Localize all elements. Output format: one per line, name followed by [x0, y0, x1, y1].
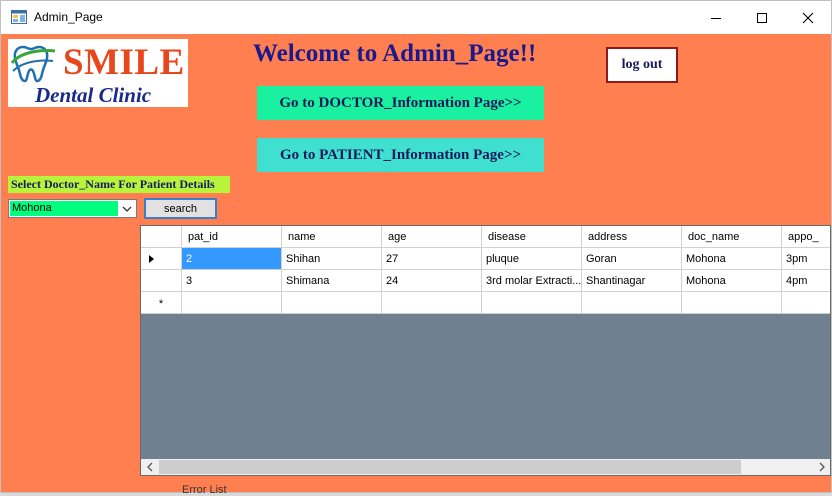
- table-cell[interactable]: 3: [182, 270, 282, 292]
- table-cell[interactable]: Mohona: [682, 270, 782, 292]
- logo-wordmark: SMILE: [63, 42, 185, 83]
- table-row[interactable]: 3 Shimana 24 3rd molar Extracti... Shant…: [141, 270, 830, 292]
- form-client-area: SMILE Dental Clinic Welcome to Admin_Pag…: [1, 34, 831, 492]
- horizontal-scrollbar[interactable]: [141, 459, 830, 475]
- row-header[interactable]: [141, 270, 182, 292]
- admin-window: Admin_Page SMILE Dental Clinic Welcome t…: [0, 0, 832, 493]
- doctor-select-value: Mohona: [10, 201, 118, 216]
- patient-info-button[interactable]: Go to PATIENT_Information Page>>: [257, 138, 544, 172]
- table-cell[interactable]: 2: [182, 248, 282, 270]
- logo-subtitle: Dental Clinic: [35, 83, 152, 107]
- clinic-logo: SMILE Dental Clinic: [8, 39, 188, 107]
- column-header[interactable]: age: [382, 226, 482, 248]
- table-cell[interactable]: [582, 292, 682, 314]
- page-title: Welcome to Admin_Page!!: [253, 40, 537, 67]
- scroll-left-button[interactable]: [141, 459, 158, 475]
- logout-button[interactable]: log out: [606, 47, 678, 83]
- table-cell[interactable]: Shantinagar: [582, 270, 682, 292]
- chevron-right-icon: [819, 462, 825, 472]
- table-cell[interactable]: [182, 292, 282, 314]
- table-cell[interactable]: Goran: [582, 248, 682, 270]
- table-cell[interactable]: pluque: [482, 248, 582, 270]
- table-cell[interactable]: 3rd molar Extracti...: [482, 270, 582, 292]
- table-cell[interactable]: 24: [382, 270, 482, 292]
- patient-data-grid[interactable]: pat_id name age disease address doc_name…: [140, 225, 831, 476]
- doctor-info-button[interactable]: Go to DOCTOR_Information Page>>: [257, 86, 544, 120]
- table-cell[interactable]: 4pm: [782, 270, 830, 292]
- grid-header-row: pat_id name age disease address doc_name…: [141, 226, 830, 248]
- window-title: Admin_Page: [34, 10, 103, 24]
- table-cell[interactable]: [282, 292, 382, 314]
- table-cell[interactable]: 27: [382, 248, 482, 270]
- form-icon: [11, 10, 27, 24]
- table-cell[interactable]: 3pm: [782, 248, 830, 270]
- column-header[interactable]: doc_name: [682, 226, 782, 248]
- column-header[interactable]: name: [282, 226, 382, 248]
- maximize-icon: [757, 12, 767, 23]
- column-header[interactable]: pat_id: [182, 226, 282, 248]
- maximize-button[interactable]: [739, 1, 785, 34]
- table-row[interactable]: 2 Shihan 27 pluque Goran Mohona 3pm: [141, 248, 830, 270]
- table-cell[interactable]: [682, 292, 782, 314]
- title-bar: Admin_Page: [1, 1, 831, 34]
- minimize-button[interactable]: [693, 1, 739, 34]
- scroll-right-button[interactable]: [813, 459, 830, 475]
- scrollbar-thumb[interactable]: [159, 460, 741, 474]
- close-icon: [802, 12, 814, 23]
- column-header[interactable]: disease: [482, 226, 582, 248]
- table-cell[interactable]: Shimana: [282, 270, 382, 292]
- grid-corner-header[interactable]: [141, 226, 182, 248]
- table-cell[interactable]: [782, 292, 830, 314]
- row-header[interactable]: [141, 248, 182, 270]
- minimize-icon: [711, 17, 721, 19]
- column-header[interactable]: appo_: [782, 226, 830, 248]
- table-cell[interactable]: [382, 292, 482, 314]
- search-button[interactable]: search: [144, 198, 217, 219]
- background-window-text: Error List: [182, 484, 227, 496]
- table-cell[interactable]: Mohona: [682, 248, 782, 270]
- new-row-marker[interactable]: *: [141, 292, 182, 314]
- chevron-down-icon[interactable]: [120, 203, 134, 215]
- new-row[interactable]: *: [141, 292, 830, 314]
- tooth-icon: [10, 45, 56, 83]
- doctor-name-select[interactable]: Mohona: [8, 199, 137, 218]
- close-button[interactable]: [785, 1, 831, 34]
- doctor-select-label: Select Doctor_Name For Patient Details: [8, 176, 230, 193]
- chevron-left-icon: [146, 462, 152, 472]
- table-cell[interactable]: Shihan: [282, 248, 382, 270]
- column-header[interactable]: address: [582, 226, 682, 248]
- row-pointer-icon: [149, 255, 154, 263]
- table-cell[interactable]: [482, 292, 582, 314]
